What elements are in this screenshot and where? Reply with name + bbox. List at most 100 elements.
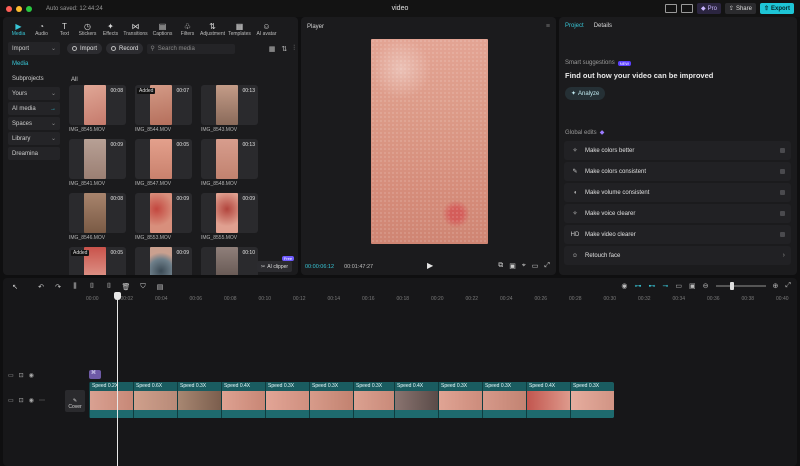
timeline-clip[interactable]: Speed 0.3X bbox=[482, 382, 526, 418]
shield-icon[interactable]: ⛉ bbox=[138, 283, 148, 291]
close-window-button[interactable] bbox=[6, 5, 12, 12]
retouch-face-row[interactable]: ☺ Retouch face › bbox=[564, 246, 791, 265]
cover-button[interactable]: ✎ Cover bbox=[65, 390, 85, 412]
select-tool-icon[interactable]: ↖ bbox=[10, 283, 20, 291]
playhead-handle[interactable] bbox=[114, 292, 121, 300]
undo-icon[interactable]: ↶ bbox=[36, 283, 46, 291]
media-search-input[interactable]: ⚲ Search media bbox=[147, 43, 236, 54]
media-item[interactable]: 00:09 IMG_8553.MOV bbox=[135, 193, 192, 241]
media-item[interactable]: Added 00:07 IMG_8544.MOV bbox=[135, 85, 192, 133]
media-item[interactable]: 00:08 IMG_8546.MOV bbox=[69, 193, 126, 241]
share-button[interactable]: ⇪ Share bbox=[724, 3, 756, 14]
play-button[interactable]: ▶ bbox=[427, 261, 433, 270]
media-item[interactable]: 00:10 bbox=[201, 247, 258, 275]
screen-icon[interactable] bbox=[680, 4, 693, 13]
media-item[interactable]: 00:13 IMG_8543.MOV bbox=[201, 85, 258, 133]
sidebar-item-ai-media[interactable]: AI media → bbox=[8, 102, 60, 115]
make-video-clearer-row[interactable]: HD Make video clearer bbox=[564, 225, 791, 244]
more-icon[interactable]: ⋯ bbox=[39, 397, 45, 404]
eye-icon[interactable]: ◉ bbox=[29, 372, 34, 379]
tab-audio[interactable]: ◔ Audio bbox=[30, 19, 53, 37]
sort-icon[interactable]: ⇅ bbox=[281, 45, 287, 53]
filter-icon[interactable]: ⫶ bbox=[293, 45, 295, 53]
split-left-icon[interactable]: ⌷ bbox=[87, 283, 97, 291]
tab-ai-avatar[interactable]: ☺ AI avatar bbox=[253, 19, 280, 37]
media-filter-all[interactable]: All bbox=[71, 77, 78, 83]
media-item[interactable]: 00:09 IMG_8555.MOV bbox=[201, 193, 258, 241]
timeline-clip[interactable]: Speed 0.4X bbox=[221, 382, 265, 418]
toggle-switch[interactable] bbox=[780, 190, 785, 195]
toggle-switch[interactable] bbox=[780, 232, 785, 237]
timeline-clip[interactable]: Speed 0.3X bbox=[438, 382, 482, 418]
media-item[interactable]: 00:09 bbox=[135, 247, 192, 275]
snap-icon[interactable]: ⊸ bbox=[663, 282, 669, 290]
zoom-in-icon[interactable]: ⊕ bbox=[773, 282, 779, 290]
tab-filters[interactable]: ♧ Filters bbox=[176, 19, 199, 37]
crop-icon[interactable]: ⧉ bbox=[498, 262, 503, 270]
tab-text[interactable]: T Text bbox=[53, 19, 76, 37]
sidebar-item-spaces[interactable]: Spaces ⌄ bbox=[8, 117, 60, 130]
tab-templates[interactable]: ▦ Templates bbox=[226, 19, 253, 37]
timeline-clip[interactable]: Speed 0.3X bbox=[177, 382, 221, 418]
link-icon[interactable]: ⊶ bbox=[635, 282, 642, 290]
grid-view-icon[interactable]: ▦ bbox=[269, 45, 276, 53]
media-item[interactable]: 00:08 IMG_8545.MOV bbox=[69, 85, 126, 133]
make-voice-clearer-row[interactable]: ✧ Make voice clearer bbox=[564, 204, 791, 223]
timeline-clip[interactable]: Speed 0.3X bbox=[265, 382, 309, 418]
lock-icon[interactable]: ⊡ bbox=[19, 397, 24, 404]
tab-adjustment[interactable]: ⇅ Adjustment bbox=[199, 19, 226, 37]
ratio-icon[interactable]: ▭ bbox=[532, 262, 539, 270]
split-icon[interactable]: ⫼ bbox=[70, 283, 80, 291]
time-ruler[interactable]: 00:00 00:02 00:04 00:06 00:08 00:10 00:12 00:14… bbox=[86, 296, 797, 304]
lock-icon[interactable]: ⊡ bbox=[19, 372, 24, 379]
timeline-clip[interactable]: Speed 0.4X bbox=[526, 382, 570, 418]
tab-captions[interactable]: ▤ Captions bbox=[149, 19, 176, 37]
timeline-clip[interactable]: Speed 0.3X bbox=[353, 382, 394, 418]
fullscreen-icon[interactable]: ⤢ bbox=[544, 262, 550, 270]
ai-clipper-button[interactable]: ✂ AI clipper Free bbox=[257, 256, 295, 272]
export-button[interactable]: ⇧ Export bbox=[759, 3, 794, 14]
playhead[interactable] bbox=[117, 292, 118, 466]
media-item[interactable]: 00:09 IMG_8541.MOV bbox=[69, 139, 126, 187]
tab-details[interactable]: Details bbox=[594, 23, 612, 29]
tab-effects[interactable]: ✦ Effects bbox=[99, 19, 122, 37]
media-item[interactable]: Added 00:05 bbox=[69, 247, 126, 275]
zoom-out-icon[interactable]: ⊖ bbox=[703, 282, 709, 290]
sidebar-item-dreamina[interactable]: Dreamina bbox=[8, 147, 60, 160]
sidebar-item-library[interactable]: Library ⌄ bbox=[8, 132, 60, 145]
media-item[interactable]: 00:05 IMG_8547.MOV bbox=[135, 139, 192, 187]
tab-stickers[interactable]: ◷ Stickers bbox=[76, 19, 99, 37]
eye-icon[interactable]: ◉ bbox=[29, 397, 34, 404]
pro-button[interactable]: ◆ Pro bbox=[696, 3, 721, 14]
timeline-clip[interactable]: Speed 0.4X bbox=[394, 382, 438, 418]
tab-project[interactable]: Project bbox=[565, 23, 584, 29]
make-colors-better-row[interactable]: ✧ Make colors better bbox=[564, 141, 791, 160]
sidebar-item-import[interactable]: Import ⌄ bbox=[8, 42, 60, 55]
media-item[interactable]: 00:13 IMG_8548.MOV bbox=[201, 139, 258, 187]
preview-icon[interactable]: ▭ bbox=[675, 282, 682, 290]
make-volume-consistent-row[interactable]: ◖ Make volume consistent bbox=[564, 183, 791, 202]
toggle-switch[interactable] bbox=[780, 211, 785, 216]
fit-icon[interactable]: ▣ bbox=[689, 282, 696, 290]
import-button[interactable]: Import bbox=[67, 43, 103, 54]
minimize-window-button[interactable] bbox=[16, 5, 22, 12]
layout-icon[interactable] bbox=[664, 4, 677, 13]
analyze-button[interactable]: ✦ Analyze bbox=[565, 87, 606, 100]
subtitle-clip[interactable]: ⌘ bbox=[89, 370, 101, 379]
focus-icon[interactable]: ⌖ bbox=[522, 262, 526, 270]
menu-icon[interactable]: ≡ bbox=[546, 23, 550, 30]
zoom-slider[interactable] bbox=[715, 282, 766, 290]
zoom-slider-knob[interactable] bbox=[729, 282, 734, 290]
timeline-clip[interactable]: Speed 0.3X bbox=[570, 382, 614, 418]
video-preview[interactable] bbox=[371, 39, 488, 244]
toggle-switch[interactable] bbox=[780, 148, 785, 153]
make-colors-consistent-row[interactable]: ✎ Make colors consistent bbox=[564, 162, 791, 181]
main-video-track[interactable]: Speed 0.2X Speed 0.6X Speed 0.3X Speed 0.4X… bbox=[89, 382, 614, 418]
split-right-icon[interactable]: ⌷ bbox=[104, 283, 114, 291]
sidebar-item-subprojects[interactable]: Subprojects bbox=[8, 72, 60, 85]
toggle-switch[interactable] bbox=[780, 169, 785, 174]
magnet-icon[interactable]: ⊷ bbox=[649, 282, 656, 290]
sidebar-item-media[interactable]: Media bbox=[8, 57, 60, 70]
tab-media[interactable]: ▶ Media bbox=[7, 19, 30, 37]
timeline-clip[interactable]: Speed 0.2X bbox=[89, 382, 133, 418]
